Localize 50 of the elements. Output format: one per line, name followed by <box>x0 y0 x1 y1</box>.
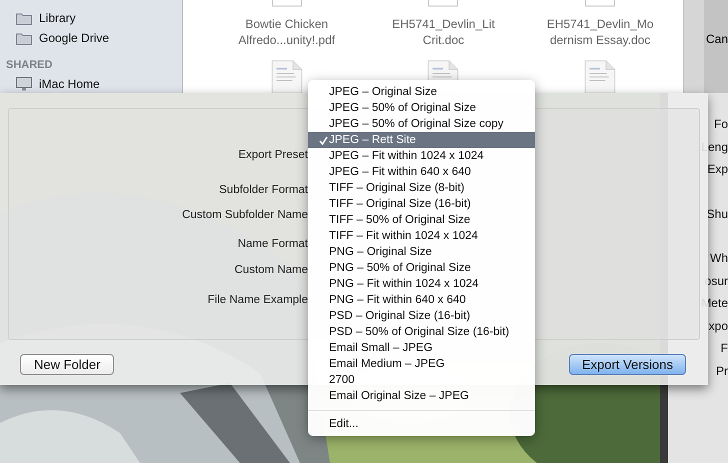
panel-label: F <box>720 341 728 355</box>
menu-item[interactable]: PNG – Original Size <box>308 244 535 260</box>
menu-item[interactable]: Email Original Size – JPEG <box>308 388 535 404</box>
menu-item[interactable]: TIFF – 50% of Original Size <box>308 212 535 228</box>
menu-item[interactable]: TIFF – Fit within 1024 x 1024 <box>308 228 535 244</box>
sidebar-item[interactable]: iMac Home <box>0 74 100 94</box>
field-label: Name Format <box>236 237 308 252</box>
menu-item[interactable]: PNG – Fit within 640 x 640 <box>308 292 535 308</box>
new-folder-button[interactable]: New Folder <box>20 354 114 375</box>
file-name[interactable]: EH5741_Devlin_Mo dernism Essay.doc <box>546 16 654 48</box>
panel-label: Can <box>706 32 728 46</box>
panel-label: Pr <box>716 364 728 378</box>
checkmark-icon <box>319 136 328 144</box>
menu-item[interactable]: 2700 <box>308 372 535 388</box>
menu-item[interactable]: Email Medium – JPEG <box>308 356 535 372</box>
menu-item[interactable]: PSD – Original Size (16-bit) <box>308 308 535 324</box>
menu-item[interactable]: PNG – 50% of Original Size <box>308 260 535 276</box>
panel-label: Fo <box>714 117 728 131</box>
menu-item[interactable]: Email Small – JPEG <box>308 340 535 356</box>
field-label: Subfolder Format <box>218 183 308 198</box>
panel-label: osur <box>704 274 728 288</box>
field-label: Custom Name <box>234 263 308 278</box>
menu-item[interactable]: JPEG – 50% of Original Size <box>308 100 535 116</box>
menu-item[interactable]: TIFF – Original Size (16-bit) <box>308 196 535 212</box>
monitor-icon <box>16 77 32 91</box>
menu-item[interactable]: PSD – 50% of Original Size (16-bit) <box>308 324 535 340</box>
menu-item[interactable]: JPEG – Fit within 640 x 640 <box>308 164 535 180</box>
panel-label: Mete <box>701 296 728 310</box>
menu-item[interactable]: PNG – Fit within 1024 x 1024 <box>308 276 535 292</box>
export-versions-button[interactable]: Export Versions <box>568 354 686 375</box>
sidebar-item[interactable]: Library <box>0 8 76 28</box>
menu-item[interactable]: TIFF – Original Size (8-bit) <box>308 180 535 196</box>
file-name[interactable]: EH5741_Devlin_Lit Crit.doc <box>392 16 495 48</box>
panel-label: xpo <box>708 318 728 332</box>
menu-item[interactable]: JPEG – Original Size <box>308 84 535 100</box>
file-name[interactable]: Bowtie Chicken Alfredo...unity!.pdf <box>238 16 336 48</box>
panel-label: Exp <box>707 162 728 176</box>
folder-icon <box>16 12 32 24</box>
sidebar-item[interactable]: Google Drive <box>0 28 110 48</box>
menu-item[interactable]: JPEG – Rett Site <box>308 132 535 148</box>
sidebar-heading: SHARED <box>5 58 52 73</box>
field-label: Export Preset <box>237 148 308 163</box>
panel-label: Shu <box>706 206 728 220</box>
field-label: Custom Subfolder Name <box>181 208 308 223</box>
field-label: File Name Example <box>206 293 308 308</box>
menu-item[interactable]: Edit... <box>308 416 535 432</box>
menu-item[interactable]: JPEG – 50% of Original Size copy <box>308 116 535 132</box>
folder-icon <box>16 32 32 44</box>
menu-item[interactable]: JPEG – Fit within 1024 x 1024 <box>308 148 535 164</box>
panel-label: Wh <box>710 251 728 265</box>
